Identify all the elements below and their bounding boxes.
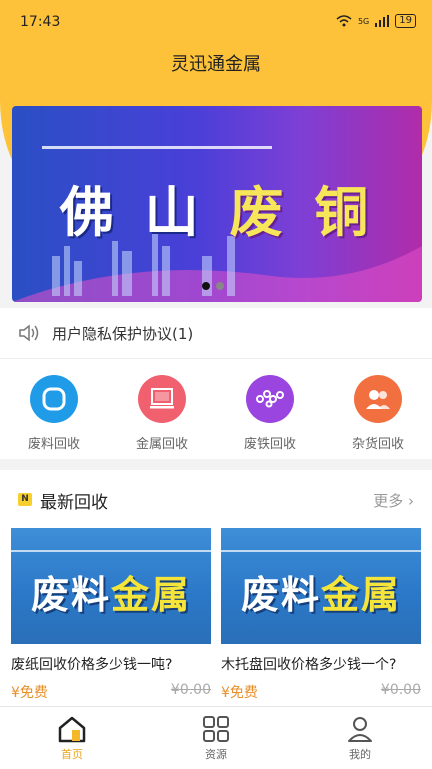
link-icon [246,375,294,423]
category-label: 废料回收 [27,437,80,452]
notice-bar[interactable]: 用户隐私保护协议(1) [0,308,432,359]
user-icon [348,717,372,742]
latest-title: 最新回收 [40,493,108,513]
network-label: 5G [357,16,370,26]
app-title: 灵迅通金属 [171,54,261,75]
wifi-icon [336,15,352,27]
card-thumbnail: 废料金属 [221,528,421,644]
card-title: 废纸回收价格多少钱一吨? [11,657,173,673]
card-title: 木托盘回收价格多少钱一个? [221,657,397,673]
card-thumbnail: 废料金属 [11,528,211,644]
category-scrap-recycling[interactable]: 废料回收 [4,359,104,459]
category-label: 废铁回收 [243,437,296,452]
category-metal-recycling[interactable]: 金属回收 [112,359,212,459]
latest-section: N 最新回收 更多 › 废料金属 废纸回收价格多少钱一吨? ¥免费 ¥0.00 … [0,470,432,706]
category-iron-recycling[interactable]: 废铁回收 [220,359,320,459]
card-original-price: ¥0.00 [170,682,211,698]
status-time: 17:43 [20,14,61,30]
speaker-icon [19,324,39,342]
tab-label: 资源 [205,748,227,761]
monitor-icon [138,375,186,423]
carousel-indicator [202,282,224,290]
category-label: 杂货回收 [351,437,404,452]
status-icons: 5G 19 [336,14,416,28]
people-icon [354,375,402,423]
tab-home[interactable]: 首页 [22,707,122,769]
banner-carousel[interactable]: 佛 山 废 铜 [12,106,422,302]
card-price-row: ¥免费 ¥0.00 [221,682,421,702]
battery-indicator: 19 [395,14,416,28]
tab-resources[interactable]: 资源 [166,707,266,769]
bottom-tab-bar: 首页 资源 我的 [0,706,432,769]
carousel-dot[interactable] [216,282,224,290]
recycle-card[interactable]: 废料金属 废纸回收价格多少钱一吨? ¥免费 ¥0.00 [11,528,211,702]
grid-icon [203,716,229,742]
banner-headline: 佛 山 废 铜 [59,181,375,244]
card-price-row: ¥免费 ¥0.00 [11,682,211,702]
recycle-card[interactable]: 废料金属 木托盘回收价格多少钱一个? ¥免费 ¥0.00 [221,528,421,702]
latest-header: N 最新回收 更多 › [0,470,432,528]
home-icon [58,716,86,743]
category-grid: 废料回收 金属回收 废铁回收 杂货回收 [0,359,432,459]
card-price: ¥免费 [11,685,48,701]
tab-label: 我的 [349,748,371,761]
tab-mine[interactable]: 我的 [310,707,410,769]
category-sundry-recycling[interactable]: 杂货回收 [328,359,428,459]
chevron-right-icon: › [408,492,414,510]
notice-text: 用户隐私保护协议(1) [52,324,194,343]
category-label: 金属回收 [135,437,188,452]
tab-label: 首页 [61,748,83,761]
signal-icon [375,15,390,27]
card-price: ¥免费 [221,685,258,701]
status-bar: 17:43 5G 19 [0,0,432,44]
more-link[interactable]: 更多 › [373,490,414,511]
ring-icon [30,375,78,423]
latest-badge-icon: N [18,493,32,506]
carousel-dot-active[interactable] [202,282,210,290]
card-original-price: ¥0.00 [380,682,421,698]
